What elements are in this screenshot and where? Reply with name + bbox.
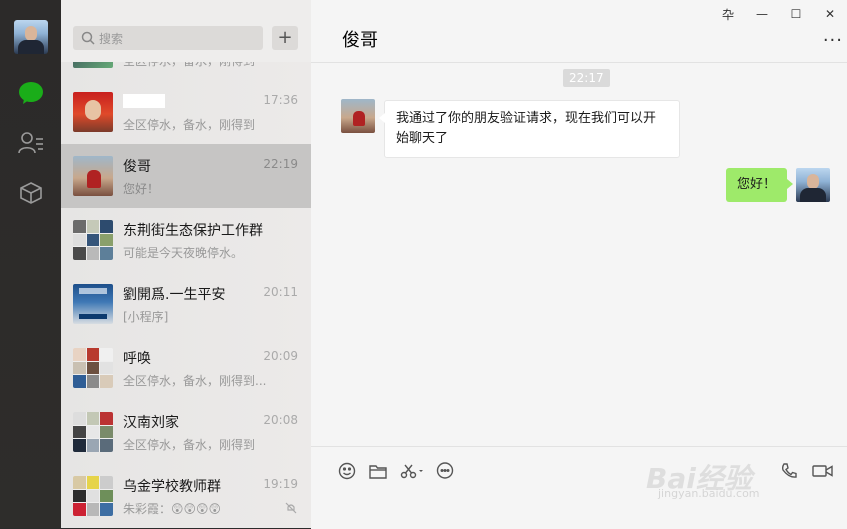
search-input[interactable]: 搜索 [73, 26, 263, 50]
close-button[interactable]: ✕ [813, 0, 847, 28]
chat-header: 俊哥 卆 — ☐ ✕ ··· [311, 0, 847, 63]
nav-sidebar [0, 0, 61, 528]
conversation-preview: 朱彩霞：😲😲😲😲 [123, 502, 222, 516]
conversation-avatar [73, 156, 113, 196]
search-row: 搜索 + [61, 0, 311, 62]
maximize-button[interactable]: ☐ [779, 0, 813, 28]
group-avatar [73, 412, 113, 452]
conversation-time: 17:36 [263, 93, 298, 107]
my-message-avatar[interactable] [796, 168, 830, 202]
screenshot-scissors-icon[interactable] [399, 461, 425, 481]
conversation-list: 搜索 + 全区停水，备水，刚得到 17:36 全区停水，备水，刚得到 俊哥 22… [61, 0, 311, 528]
pin-button[interactable]: 卆 [711, 0, 745, 28]
conversation-name: 汉南刘家 [123, 415, 179, 431]
conversation-name: 呼唤 [123, 351, 151, 367]
conversation-name: 乌金学校教师群 [123, 479, 221, 495]
minimize-button[interactable]: — [745, 0, 779, 28]
conversation-item[interactable]: 东荆街生态保护工作群 可能是今天夜晚停水。 [61, 208, 311, 272]
redacted-name [123, 94, 165, 108]
group-avatar [73, 476, 113, 516]
conversation-time: 20:11 [263, 285, 298, 299]
emoji-icon[interactable] [337, 461, 357, 481]
conversation-preview: [小程序] [123, 310, 169, 324]
conversation-time: 20:09 [263, 349, 298, 363]
conversation-item[interactable]: 呼唤 20:09 全区停水，备水，刚得到... [61, 336, 311, 400]
window-controls: 卆 — ☐ ✕ [711, 0, 847, 28]
conversation-preview: 您好！ [123, 182, 160, 196]
conversation-preview: 全区停水，备水，刚得到 [123, 118, 256, 132]
conversation-time: 20:08 [263, 413, 298, 427]
baidu-watermark: Bai经验 jingyan.baidu.com [646, 453, 796, 511]
chat-bubble-icon[interactable] [435, 461, 455, 481]
chat-icon[interactable] [17, 79, 45, 107]
search-placeholder: 搜索 [99, 31, 124, 46]
contacts-icon[interactable] [17, 129, 45, 157]
message-timestamp: 22:17 [563, 69, 610, 87]
video-call-icon[interactable] [811, 461, 835, 481]
mute-icon [285, 502, 297, 514]
conversation-item[interactable]: 汉南刘家 20:08 全区停水，备水，刚得到 [61, 400, 311, 464]
search-icon [81, 31, 95, 45]
chat-window: 俊哥 卆 — ☐ ✕ ··· 22:17 我通过了你的朋友验证请求，现在我们可以… [311, 0, 847, 529]
conversation-item[interactable]: 17:36 全区停水，备水，刚得到 [61, 80, 311, 144]
watermark-url: jingyan.baidu.com [658, 487, 760, 500]
outgoing-message: 您好！ [725, 168, 794, 202]
conversation-item[interactable]: 劉開爲.一生平安 20:11 [小程序] [61, 272, 311, 336]
conversation-avatar [73, 92, 113, 132]
conversation-item-selected[interactable]: 俊哥 22:19 您好！ [61, 144, 311, 208]
incoming-message: 我通过了你的朋友验证请求，现在我们可以开始聊天了 [379, 100, 680, 158]
conversation-avatar [73, 284, 113, 324]
conversation-time: 22:19 [263, 157, 298, 171]
conversation-name: 俊哥 [123, 159, 151, 175]
conversation-preview: 可能是今天夜晚停水。 [123, 246, 244, 260]
conversation-item[interactable]: 乌金学校教师群 19:19 朱彩霞：😲😲😲😲 [61, 464, 311, 528]
conversation-preview: 全区停水，备水，刚得到 [123, 438, 256, 452]
chat-title: 俊哥 [342, 30, 378, 51]
folder-icon[interactable] [368, 461, 388, 481]
group-avatar [73, 348, 113, 388]
contact-avatar[interactable] [341, 99, 375, 133]
add-button[interactable]: + [272, 26, 298, 50]
conversation-name: 东荆街生态保护工作群 [123, 223, 263, 239]
conversation-time: 19:19 [263, 477, 298, 491]
collections-icon[interactable] [17, 179, 45, 207]
conversation-name: 劉開爲.一生平安 [123, 287, 226, 303]
more-options-button[interactable]: ··· [823, 30, 843, 51]
conversation-preview: 全区停水，备水，刚得到... [123, 374, 267, 388]
message-input-area[interactable]: Bai经验 jingyan.baidu.com [311, 446, 847, 529]
group-avatar [73, 220, 113, 260]
my-avatar[interactable] [14, 20, 48, 54]
